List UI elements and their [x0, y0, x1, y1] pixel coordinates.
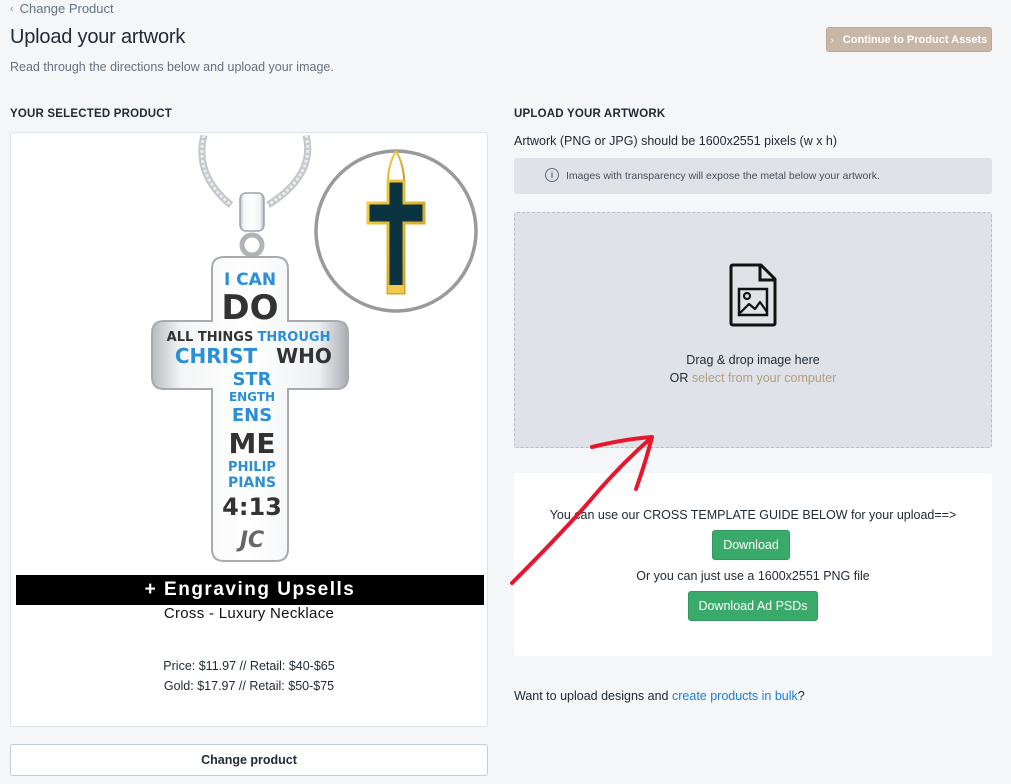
engraving-line: ALL THINGS	[167, 330, 254, 345]
change-product-button[interactable]: Change product	[10, 744, 488, 776]
engraving-line: THROUGH	[258, 330, 331, 345]
breadcrumb-link[interactable]: Change Product	[20, 1, 114, 16]
engraving-line: DO	[221, 288, 278, 328]
engraving-line: I CAN	[224, 270, 276, 290]
file-image-icon	[729, 263, 777, 327]
engraving-line: JC	[236, 528, 264, 553]
engraving-line: ENGTH	[229, 390, 275, 404]
engraving-line: WHO	[276, 344, 332, 368]
info-text: Images with transparency will expose the…	[566, 170, 880, 182]
create-products-bulk-link[interactable]: create products in bulk	[672, 689, 798, 703]
continue-button-label: Continue to Product Assets	[842, 33, 988, 46]
template-guide-card: You can use our CROSS TEMPLATE GUIDE BEL…	[514, 473, 992, 656]
engraving-line: CHRIST	[175, 344, 258, 368]
info-banner: i Images with transparency will expose t…	[514, 158, 992, 194]
product-name: Cross - Luxury Necklace	[163, 605, 335, 622]
bulk-prefix: Want to upload designs and	[514, 689, 669, 703]
page-title: Upload your artwork	[10, 26, 186, 48]
page-subtitle: Read through the directions below and up…	[10, 60, 334, 74]
upload-artwork-heading: UPLOAD YOUR ARTWORK	[514, 108, 666, 120]
product-price: Price: $11.97 // Retail: $40-$65	[163, 659, 335, 673]
select-from-computer-link[interactable]: select from your computer	[692, 371, 837, 385]
product-image: I CAN DO ALL THINGS THROUGH CHRIST WHO S…	[151, 135, 478, 562]
product-gold-price: Gold: $17.97 // Retail: $50-$75	[163, 679, 335, 693]
engraving-line: STR	[232, 369, 271, 390]
engraving-line: 4:13	[222, 493, 282, 521]
drop-text: Drag & drop image here	[686, 353, 820, 367]
artwork-spec: Artwork (PNG or JPG) should be 1600x2551…	[514, 134, 838, 148]
breadcrumb[interactable]: ‹ Change Product	[10, 1, 114, 16]
engraving-line: ME	[229, 427, 276, 460]
drop-or-prefix: OR	[669, 371, 689, 385]
artwork-dropzone[interactable]: Drag & drop image here OR select from yo…	[514, 212, 992, 448]
download-ad-psds-button[interactable]: Download Ad PSDs	[688, 591, 818, 621]
selected-product-heading: YOUR SELECTED PRODUCT	[10, 108, 173, 120]
product-card: I CAN DO ALL THINGS THROUGH CHRIST WHO S…	[10, 132, 488, 727]
template-guide-text: You can use our CROSS TEMPLATE GUIDE BEL…	[549, 508, 957, 522]
info-icon: i	[545, 168, 559, 182]
engraving-line: ENS	[232, 405, 272, 426]
bulk-suffix: ?	[797, 689, 805, 703]
download-template-button[interactable]: Download	[712, 530, 790, 560]
engraving-line: PIANS	[228, 475, 276, 491]
chevron-right-icon: ›	[830, 34, 834, 45]
continue-button[interactable]: › Continue to Product Assets	[826, 27, 992, 52]
chevron-left-icon: ‹	[10, 2, 14, 15]
engraving-upsells-banner: + Engraving Upsells	[16, 575, 484, 605]
drop-or-line: OR select from your computer	[515, 371, 991, 385]
bulk-upload-text: Want to upload designs and create produc…	[514, 689, 805, 703]
png-option-text: Or you can just use a 1600x2551 PNG file	[636, 569, 870, 583]
engraving-line: PHILIP	[228, 460, 276, 475]
